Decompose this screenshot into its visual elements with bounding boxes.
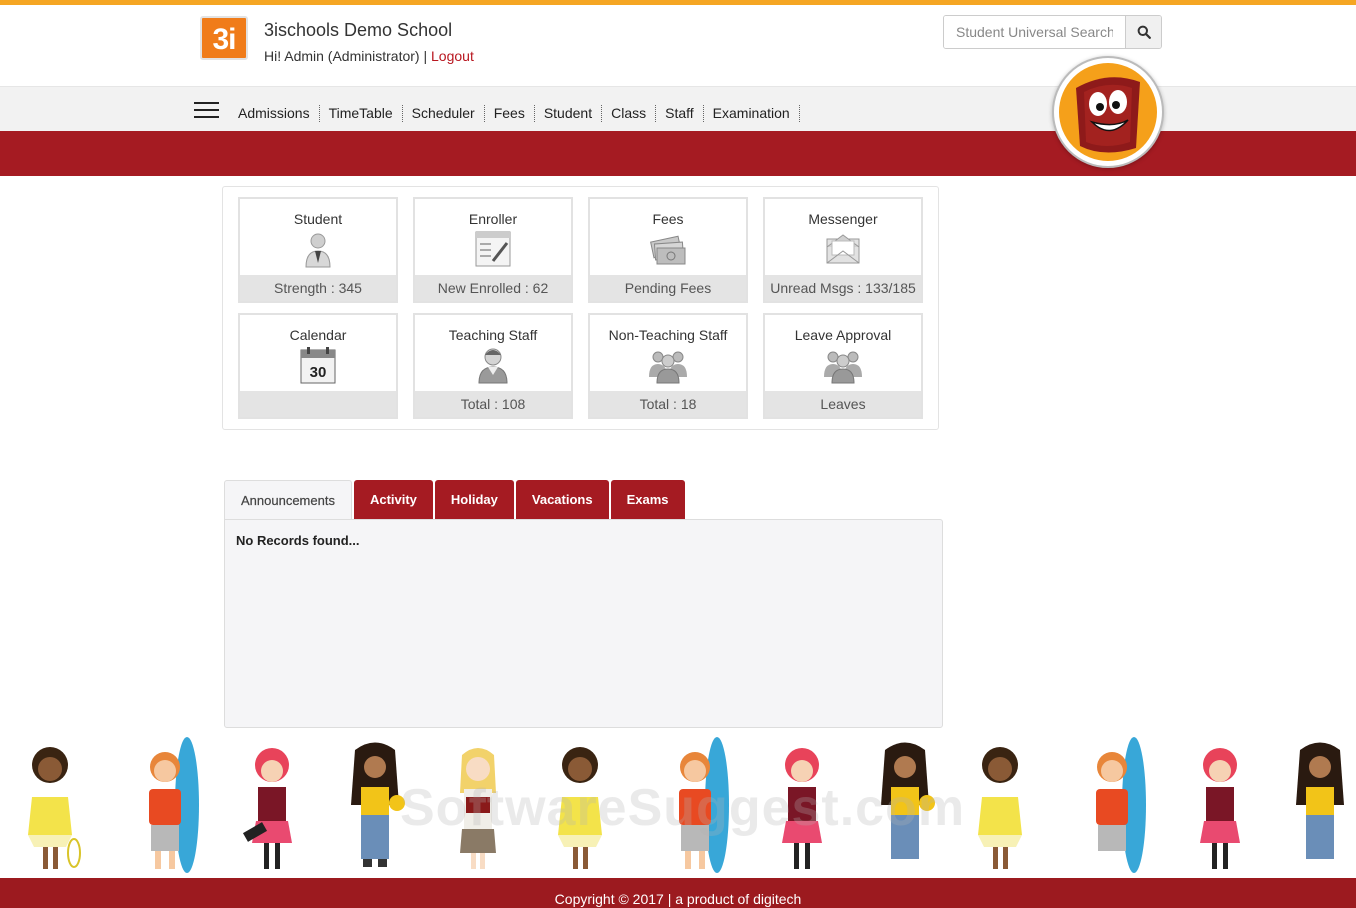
staff-group-icon: [649, 351, 687, 384]
nav-item-fees[interactable]: Fees: [485, 105, 535, 122]
tile-teaching-staff[interactable]: Teaching Staff Total : 108: [413, 313, 573, 419]
nav-item-staff[interactable]: Staff: [656, 105, 704, 122]
top-accent-stripe: [0, 0, 1356, 5]
nav-item-examination[interactable]: Examination: [704, 105, 800, 122]
tile-fees[interactable]: Fees Pending Fees: [588, 197, 748, 303]
mascot-face-icon: [1059, 63, 1157, 161]
calendar-icon: 30: [300, 347, 336, 384]
kid-figure: [351, 742, 405, 867]
nav-item-student[interactable]: Student: [535, 105, 603, 122]
tile-footer: Total : 18: [590, 391, 746, 417]
school-name: 3ischools Demo School: [264, 20, 453, 40]
tile-footer: Unread Msgs : 133/185: [765, 275, 921, 301]
tile-footer: Strength : 345: [240, 275, 396, 301]
main-menu: Admissions TimeTable Scheduler Fees Stud…: [229, 105, 800, 122]
nav-item-timetable[interactable]: TimeTable: [320, 105, 403, 122]
student-icon: [305, 233, 331, 268]
greeting-text: Hi! Admin (Administrator) |: [264, 48, 428, 64]
enroller-form-icon: [475, 231, 511, 267]
tile-calendar[interactable]: Calendar 30: [238, 313, 398, 419]
tile-title: Leave Approval: [794, 327, 892, 343]
leave-group-icon: [824, 351, 862, 384]
tile-footer: Total : 108: [415, 391, 571, 417]
tile-footer: New Enrolled : 62: [415, 275, 571, 301]
teacher-icon: [478, 348, 508, 384]
universal-search: [943, 15, 1162, 49]
kid-figure: [1096, 737, 1146, 873]
copyright-text: Copyright © 2017 | a product of digitech: [554, 891, 802, 907]
logo-mark: 3i: [200, 16, 248, 60]
nav-item-scheduler[interactable]: Scheduler: [403, 105, 485, 122]
empty-records-message: No Records found...: [236, 533, 360, 548]
tile-enroller[interactable]: Enroller New Enrolled : 62: [413, 197, 573, 303]
envelope-icon: [826, 234, 860, 264]
tile-title: Calendar: [289, 327, 347, 343]
notice-tabs: Announcements Activity Holiday Vacations…: [224, 480, 687, 520]
tab-activity[interactable]: Activity: [353, 480, 433, 520]
kid-figure: [1200, 748, 1240, 869]
money-icon: [650, 235, 686, 265]
calendar-day: 30: [310, 364, 327, 381]
tile-title: Enroller: [468, 211, 518, 227]
mascot-avatar[interactable]: [1052, 56, 1164, 168]
logout-link[interactable]: Logout: [431, 48, 474, 64]
search-icon: [1137, 25, 1151, 39]
footer-bar: Copyright © 2017 | a product of digitech: [0, 878, 1356, 908]
kid-figure: [149, 737, 199, 873]
search-button[interactable]: [1125, 16, 1161, 48]
kid-figure: [978, 747, 1022, 869]
tile-title: Fees: [652, 211, 684, 227]
tab-holiday[interactable]: Holiday: [434, 480, 514, 520]
tile-messenger[interactable]: Messenger Unread Msgs : 133/185: [763, 197, 923, 303]
student-search-input[interactable]: [944, 16, 1125, 48]
tab-exams[interactable]: Exams: [610, 480, 685, 520]
tile-title: Teaching Staff: [448, 327, 538, 343]
tab-announcements[interactable]: Announcements: [224, 480, 352, 520]
nav-item-class[interactable]: Class: [602, 105, 657, 122]
tile-footer: Pending Fees: [590, 275, 746, 301]
tile-footer: [240, 391, 396, 417]
tile-student[interactable]: Student Strength : 345: [238, 197, 398, 303]
nav-item-admissions[interactable]: Admissions: [229, 105, 320, 122]
announcements-panel: No Records found...: [224, 519, 943, 728]
watermark: SoftwareSuggest.com: [400, 779, 966, 837]
kid-figure: [28, 747, 81, 869]
tile-title: Messenger: [808, 211, 878, 227]
kid-figure: [242, 748, 292, 869]
hamburger-menu-icon[interactable]: [194, 102, 219, 120]
tile-footer: Leaves: [765, 391, 921, 417]
user-greeting: Hi! Admin (Administrator) | Logout: [264, 48, 474, 64]
school-logo[interactable]: 3i schools: [200, 16, 248, 74]
tab-vacations[interactable]: Vacations: [515, 480, 609, 520]
tile-non-teaching-staff[interactable]: Non-Teaching Staff Total : 18: [588, 313, 748, 419]
dashboard-panel: Student Strength : 345 Enroller New Enro…: [222, 186, 939, 430]
kid-figure: [1296, 742, 1344, 859]
tile-title: Student: [293, 211, 343, 227]
tile-title: Non-Teaching Staff: [608, 327, 728, 343]
tile-leave-approval[interactable]: Leave Approval Leaves: [763, 313, 923, 419]
